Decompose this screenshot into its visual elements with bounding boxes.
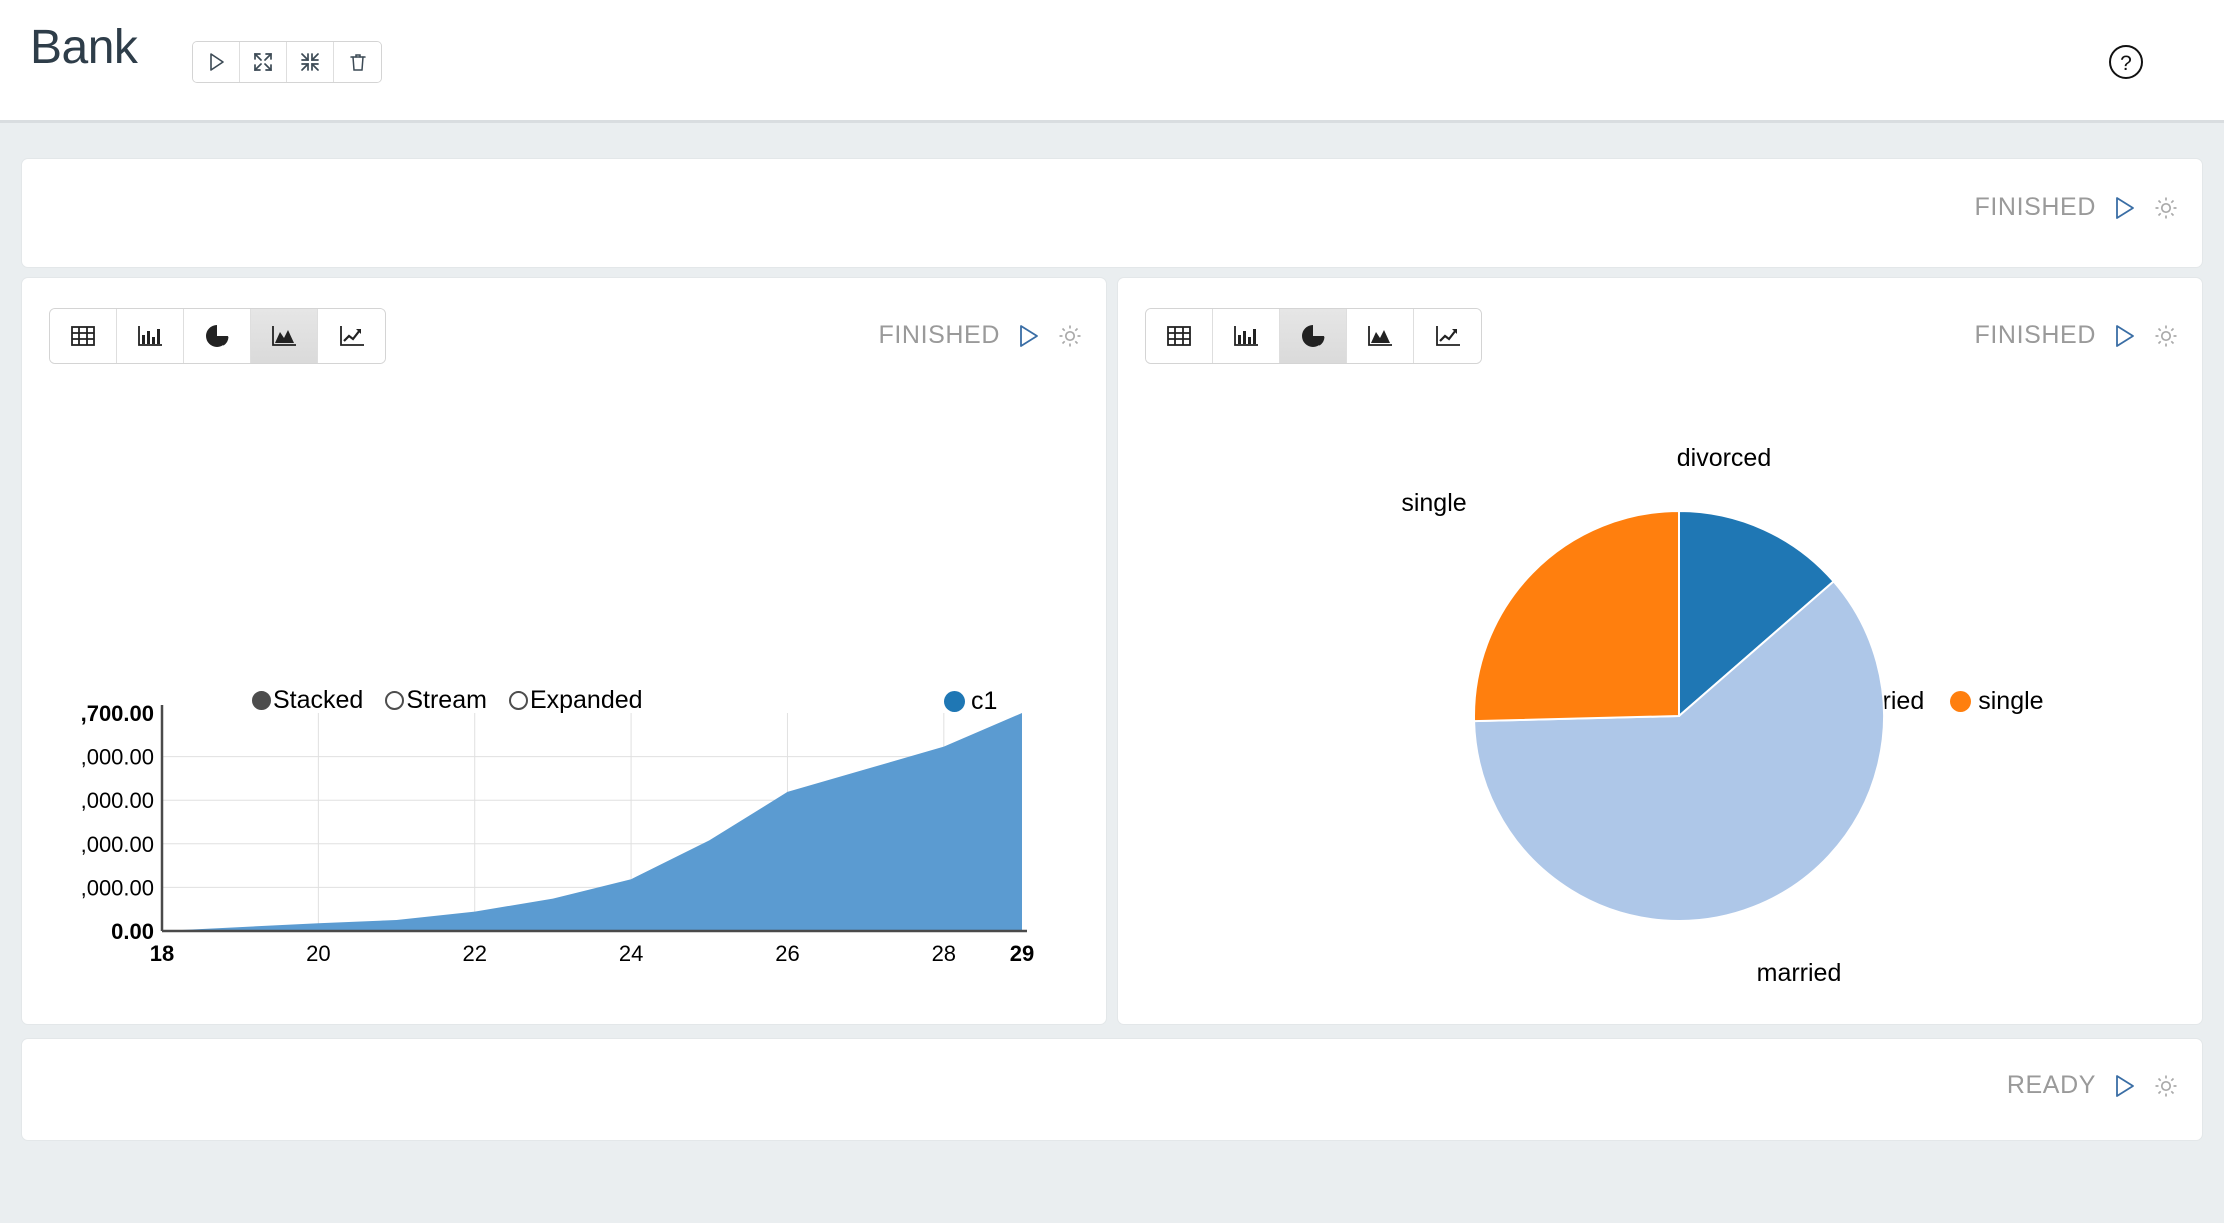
pie-slice-label-single: single [1401, 489, 1466, 517]
status-badge: FINISHED [879, 321, 1000, 350]
settings-gear-icon[interactable] [1056, 322, 1084, 350]
pie-slice-label-divorced: divorced [1677, 444, 1772, 472]
status-badge: READY [2007, 1071, 2096, 1100]
table-icon [1166, 324, 1192, 348]
delete-button[interactable] [334, 42, 381, 82]
status-badge: FINISHED [1975, 193, 2096, 222]
line-chart-icon [1435, 324, 1461, 348]
svg-text:,000.00: ,000.00 [81, 875, 154, 900]
svg-text:,000.00: ,000.00 [81, 832, 154, 857]
svg-text:,700.00: ,700.00 [81, 703, 154, 726]
app-header: Bank [0, 0, 2224, 123]
bar-chart-icon [1233, 324, 1259, 348]
svg-text:29: 29 [1010, 941, 1034, 966]
trash-icon [347, 51, 369, 73]
panel-pie-chart: FINISHED divorced married single divorce… [1117, 277, 2203, 1025]
panel-left-status-block: FINISHED [879, 321, 1084, 350]
question-circle-icon: ? [2106, 42, 2146, 82]
collapse-arrows-icon [299, 51, 321, 73]
chart-type-area[interactable] [1347, 309, 1414, 363]
expand-button[interactable] [240, 42, 287, 82]
chart-type-toolbar-right [1145, 308, 1482, 364]
chart-type-table[interactable] [1146, 309, 1213, 363]
pie-chart-icon [1300, 324, 1326, 348]
expand-arrows-icon [252, 51, 274, 73]
settings-gear-icon[interactable] [2152, 322, 2180, 350]
panel-top: FINISHED [21, 158, 2203, 268]
page-title: Bank [30, 20, 137, 75]
svg-text:,000.00: ,000.00 [81, 788, 154, 813]
panel-bottom: READY [21, 1038, 2203, 1141]
chart-type-pie[interactable] [184, 309, 251, 363]
table-icon [70, 324, 96, 348]
pie-slice-label-married: married [1757, 959, 1842, 987]
chart-type-line[interactable] [318, 309, 385, 363]
panel-bottom-status-block: READY [2007, 1071, 2180, 1100]
svg-text:28: 28 [932, 941, 956, 966]
status-badge: FINISHED [1975, 321, 2096, 350]
svg-text:?: ? [2120, 52, 2132, 75]
run-button[interactable] [2110, 1072, 2138, 1100]
settings-gear-icon[interactable] [2152, 1072, 2180, 1100]
chart-type-table[interactable] [50, 309, 117, 363]
pie-chart-canvas: divorced married single [1118, 378, 2204, 1018]
svg-text:18: 18 [150, 941, 174, 966]
svg-text:,000.00: ,000.00 [81, 745, 154, 770]
chart-type-pie[interactable] [1280, 309, 1347, 363]
run-button[interactable] [2110, 194, 2138, 222]
svg-text:26: 26 [775, 941, 799, 966]
chart-type-area[interactable] [251, 309, 318, 363]
area-chart-icon [271, 324, 297, 348]
collapse-button[interactable] [287, 42, 334, 82]
chart-type-bar[interactable] [1213, 309, 1280, 363]
chart-type-toolbar-left [49, 308, 386, 364]
svg-text:20: 20 [306, 941, 330, 966]
line-chart-icon [339, 324, 365, 348]
run-button[interactable] [193, 42, 240, 82]
chart-type-bar[interactable] [117, 309, 184, 363]
settings-gear-icon[interactable] [2152, 194, 2180, 222]
area-chart-icon [1367, 324, 1393, 348]
pie-chart-icon [204, 324, 230, 348]
svg-text:0.00: 0.00 [111, 919, 154, 944]
help-button[interactable]: ? [2106, 42, 2146, 82]
header-toolbar [192, 41, 382, 83]
bar-chart-icon [137, 324, 163, 348]
area-chart-canvas: ,700.00,000.00,000.00,000.00,000.000.00 … [22, 703, 1108, 1223]
run-button[interactable] [1014, 322, 1042, 350]
pie-slice-single[interactable] [1474, 511, 1679, 721]
play-icon [205, 51, 227, 73]
panel-right-status-block: FINISHED [1975, 321, 2180, 350]
run-button[interactable] [2110, 322, 2138, 350]
svg-text:24: 24 [619, 941, 643, 966]
svg-text:22: 22 [462, 941, 486, 966]
panel-area-chart: FINISHED Stacked Stream Expanded c1 [21, 277, 1107, 1025]
panel-top-status-block: FINISHED [1975, 193, 2180, 222]
chart-type-line[interactable] [1414, 309, 1481, 363]
